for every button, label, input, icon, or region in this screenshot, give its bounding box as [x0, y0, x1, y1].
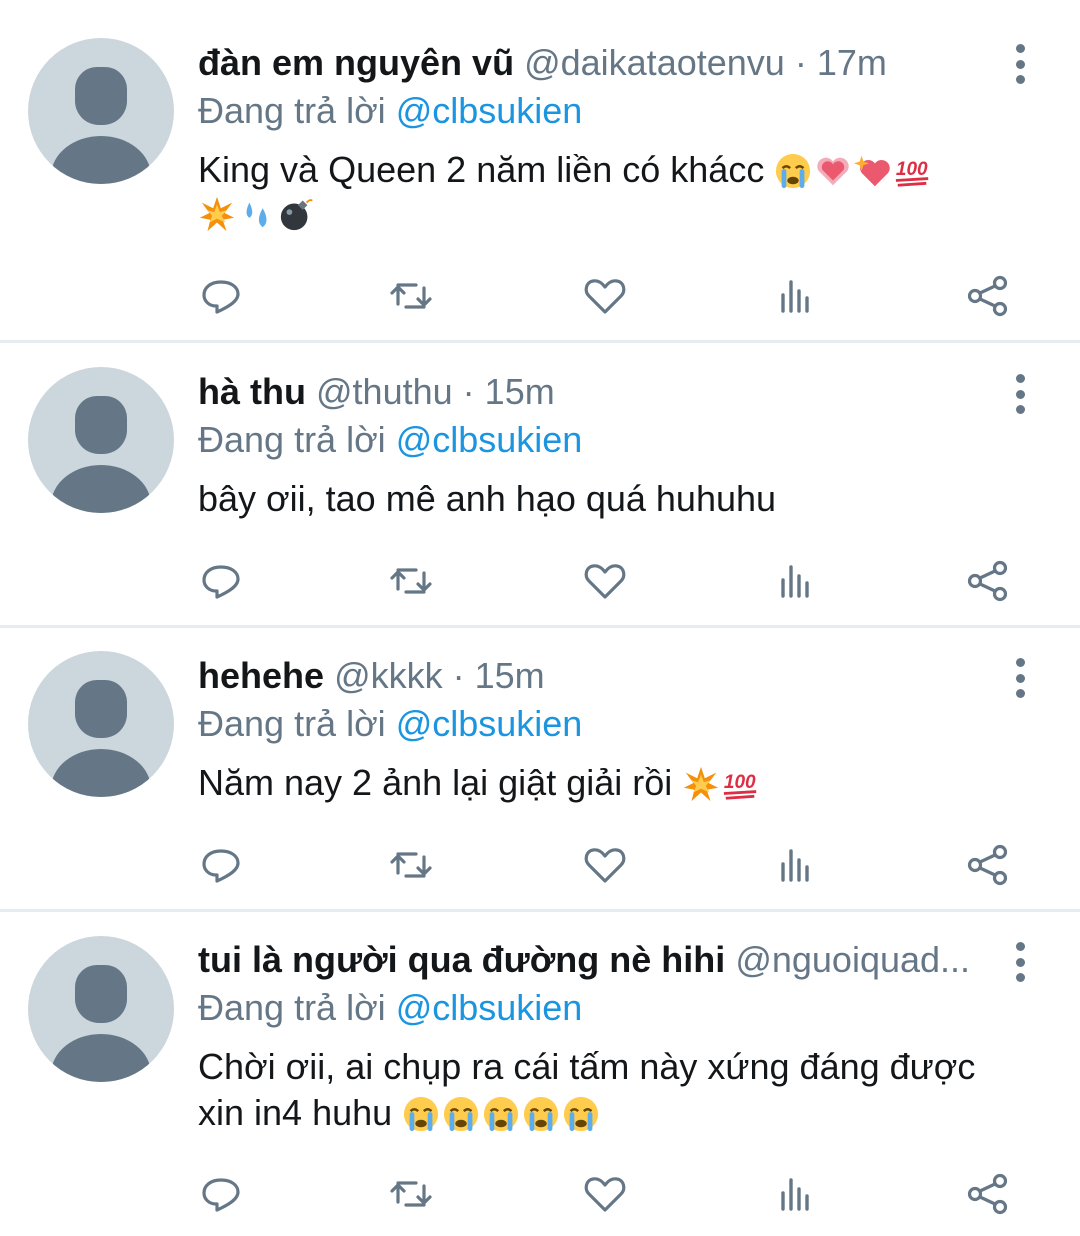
analytics-icon[interactable] — [770, 1169, 820, 1219]
retweet-icon[interactable] — [386, 556, 436, 606]
collision-icon — [684, 766, 719, 802]
tweet-text: Năm nay 2 ảnh lại giật giải rồi 100 — [198, 760, 1022, 806]
separator: · — [794, 42, 807, 83]
tweet-text-line2: xin in4 huhu — [198, 1090, 1022, 1136]
share-icon[interactable] — [963, 271, 1013, 321]
share-icon[interactable] — [963, 556, 1013, 606]
mention-link[interactable]: @clbsukien — [396, 90, 583, 131]
more-options-icon[interactable] — [1008, 942, 1032, 982]
display-name[interactable]: đàn em nguyên vũ — [198, 42, 514, 83]
replying-to: Đang trả lời @clbsukien — [198, 89, 1022, 133]
tweet-header: đàn em nguyên vũ @daikataotenvu · 17m — [198, 41, 1022, 85]
crying-face-icon — [524, 1096, 559, 1132]
reply-icon[interactable] — [196, 556, 246, 606]
crying-face-icon — [564, 1096, 599, 1132]
replying-to: Đang trả lời @clbsukien — [198, 702, 1022, 746]
tweet-text: Chời ơii, ai chụp ra cái tấm này xứng đá… — [198, 1044, 1022, 1090]
share-icon[interactable] — [963, 840, 1013, 890]
crying-face-icon — [444, 1096, 479, 1132]
replying-to: Đang trả lời @clbsukien — [198, 986, 1022, 1030]
analytics-icon[interactable] — [770, 271, 820, 321]
separator: · — [452, 655, 465, 696]
tweet-text: bây ơii, tao mê anh hạo quá huhuhu — [198, 476, 1022, 522]
emoji-group — [198, 195, 1022, 233]
tweet-item[interactable]: hehehe @kkkk · 15m Đang trả lời @clbsuki… — [0, 628, 1080, 912]
retweet-icon[interactable] — [386, 1169, 436, 1219]
replying-to: Đang trả lời @clbsukien — [198, 418, 1022, 462]
tweet-text-content: Chời ơii, ai chụp ra cái tấm này xứng đá… — [198, 1046, 976, 1087]
pink-heart-icon — [817, 157, 850, 186]
display-name[interactable]: tui là người qua đường nè hihi — [198, 939, 725, 980]
crying-face-icon — [484, 1096, 519, 1132]
reply-prefix: Đang trả lời — [198, 419, 386, 460]
more-options-icon[interactable] — [1008, 658, 1032, 698]
like-icon[interactable] — [580, 271, 630, 321]
tweet-header: tui là người qua đường nè hihi @nguoiqua… — [198, 938, 1022, 982]
retweet-icon[interactable] — [386, 271, 436, 321]
display-name[interactable]: hehehe — [198, 655, 324, 696]
crying-face-icon — [404, 1096, 439, 1132]
tweet-actions — [0, 1169, 1080, 1219]
emoji-group — [402, 1095, 602, 1133]
mention-link[interactable]: @clbsukien — [396, 987, 583, 1028]
tweet-text-content: xin in4 huhu — [198, 1092, 393, 1133]
tweet-header: hehehe @kkkk · 15m — [198, 654, 1022, 698]
user-handle[interactable]: @kkkk — [334, 655, 443, 696]
analytics-icon[interactable] — [770, 840, 820, 890]
avatar[interactable] — [28, 651, 174, 797]
reply-icon[interactable] — [196, 840, 246, 890]
collision-icon — [199, 196, 235, 232]
tweet-text-content: bây ơii, tao mê anh hạo quá huhuhu — [198, 478, 777, 519]
hundred-points-icon: 100 — [896, 159, 929, 187]
share-icon[interactable] — [963, 1169, 1013, 1219]
svg-text:100: 100 — [724, 772, 756, 793]
reply-prefix: Đang trả lời — [198, 90, 386, 131]
retweet-icon[interactable] — [386, 840, 436, 890]
tweet-header: hà thu @thuthu · 15m — [198, 370, 1022, 414]
tweet-text: King và Queen 2 năm liền có khácc 100 — [198, 147, 1022, 193]
reply-prefix: Đang trả lời — [198, 703, 386, 744]
reply-icon[interactable] — [196, 271, 246, 321]
tweet-text-content: King và Queen 2 năm liền có khácc — [198, 149, 765, 190]
user-handle[interactable]: @nguoiquad... — [735, 939, 970, 980]
like-icon[interactable] — [580, 1169, 630, 1219]
bomb-icon — [280, 199, 313, 231]
user-handle[interactable]: @daikataotenvu — [524, 42, 785, 83]
tweet-actions — [0, 840, 1080, 890]
like-icon[interactable] — [580, 556, 630, 606]
crying-face-icon — [776, 153, 811, 189]
tweet-actions — [0, 271, 1080, 321]
mention-link[interactable]: @clbsukien — [396, 703, 583, 744]
mention-link[interactable]: @clbsukien — [396, 419, 583, 460]
timestamp[interactable]: 15m — [475, 655, 545, 696]
tweet-text-content: Năm nay 2 ảnh lại giật giải rồi — [198, 762, 673, 803]
svg-text:100: 100 — [896, 159, 928, 180]
hundred-points-icon: 100 — [724, 772, 757, 800]
tweet-item[interactable]: đàn em nguyên vũ @daikataotenvu · 17m Đa… — [0, 0, 1080, 343]
user-handle[interactable]: @thuthu — [316, 371, 453, 412]
sparkling-heart-icon — [854, 155, 891, 187]
avatar[interactable] — [28, 38, 174, 184]
tweet-item[interactable]: hà thu @thuthu · 15m Đang trả lời @clbsu… — [0, 343, 1080, 628]
analytics-icon[interactable] — [770, 556, 820, 606]
more-options-icon[interactable] — [1008, 374, 1032, 414]
reply-icon[interactable] — [196, 1169, 246, 1219]
avatar[interactable] — [28, 936, 174, 1082]
avatar[interactable] — [28, 367, 174, 513]
tweet-item[interactable]: tui là người qua đường nè hihi @nguoiqua… — [0, 912, 1080, 1236]
timestamp[interactable]: 15m — [485, 371, 555, 412]
sweat-droplets-icon — [246, 202, 267, 228]
display-name[interactable]: hà thu — [198, 371, 306, 412]
reply-prefix: Đang trả lời — [198, 987, 386, 1028]
timestamp[interactable]: 17m — [817, 42, 887, 83]
like-icon[interactable] — [580, 840, 630, 890]
tweet-actions — [0, 556, 1080, 606]
separator: · — [462, 371, 475, 412]
emoji-group: 100 — [682, 765, 762, 803]
reply-timeline: đàn em nguyên vũ @daikataotenvu · 17m Đa… — [0, 0, 1080, 1236]
more-options-icon[interactable] — [1008, 44, 1032, 84]
emoji-group: 100 — [774, 152, 934, 190]
